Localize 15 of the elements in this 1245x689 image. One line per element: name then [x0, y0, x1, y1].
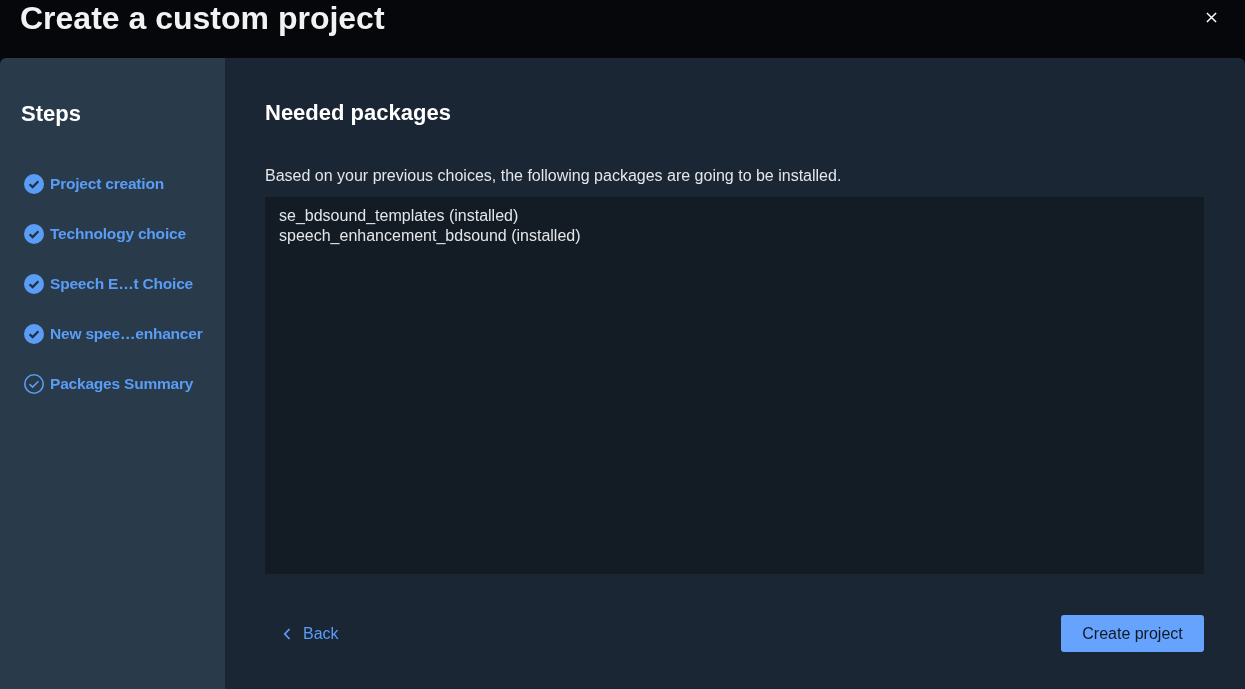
back-button[interactable]: Back [265, 616, 341, 651]
step-link[interactable]: Packages Summary [50, 375, 194, 393]
sidebar-title: Steps [21, 100, 82, 128]
step-link[interactable]: Technology choice [50, 225, 186, 243]
package-item: speech_enhancement_bdsound (installed) [279, 226, 582, 246]
section-title: Needed packages [265, 99, 452, 127]
close-icon [1206, 12, 1217, 23]
description-text: Based on your previous choices, the following packages are going to be installed. [265, 166, 843, 186]
chevron-left-icon [283, 627, 291, 640]
step-link[interactable]: New spee…enhancer [50, 325, 203, 343]
package-item: se_bdsound_templates (installed) [279, 206, 520, 226]
step-link[interactable]: Project creation [50, 175, 164, 193]
step-link[interactable]: Speech E…t Choice [50, 275, 194, 293]
create-project-button[interactable]: Create project [1061, 615, 1204, 652]
window-title: Create a custom project [20, 0, 385, 36]
